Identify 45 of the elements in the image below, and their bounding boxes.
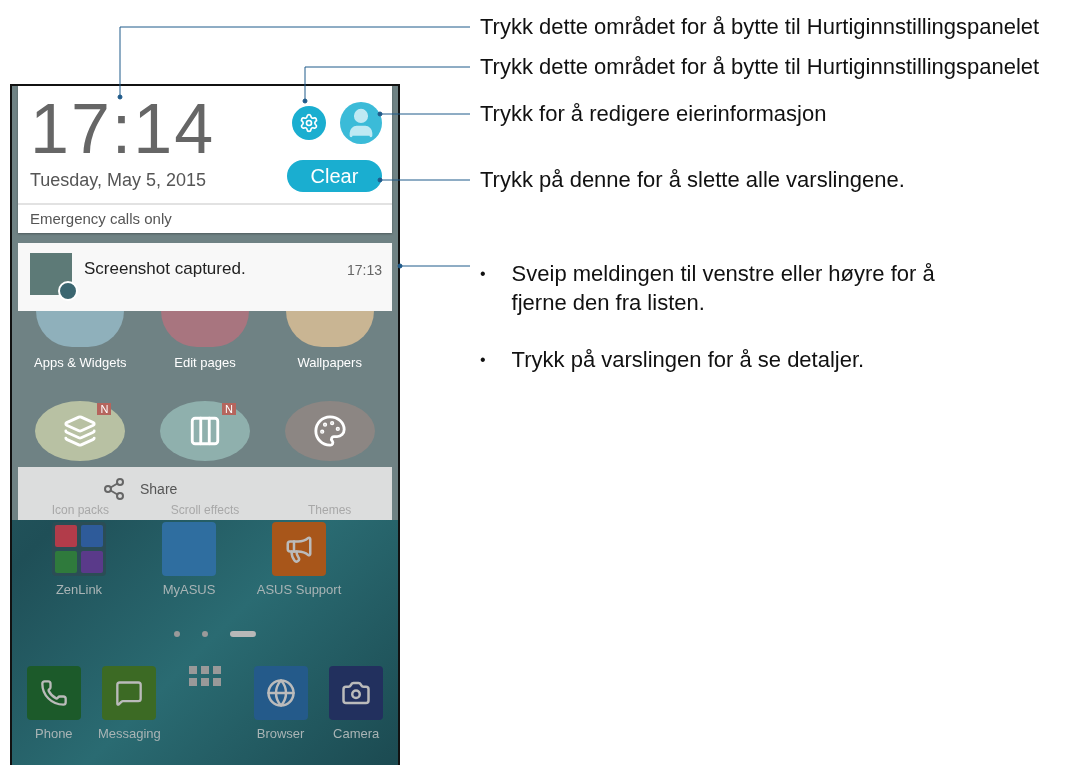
menu-label: Apps & Widgets <box>34 355 127 371</box>
app-label: MyASUS <box>162 582 216 597</box>
app-label: Browser <box>256 726 305 741</box>
palette-icon <box>312 414 347 448</box>
callout-text: Trykk på varslingen for å se detaljer. <box>511 346 866 374</box>
app-label: ZenLink <box>55 582 103 597</box>
megaphone-icon[interactable] <box>272 522 326 576</box>
bullet-icon: • <box>480 259 486 317</box>
folder-icon[interactable] <box>52 522 106 576</box>
menu-label: Edit pages <box>174 355 236 371</box>
notification-time: 17:13 <box>346 261 382 278</box>
menu-circle[interactable]: N <box>35 401 126 461</box>
new-badge: N <box>97 403 112 415</box>
panels-icon <box>188 414 222 448</box>
share-label: Share <box>140 481 178 497</box>
app-label: Phone <box>35 726 73 741</box>
image-badge-icon <box>58 281 78 301</box>
avatar-icon[interactable] <box>340 102 382 144</box>
app-label: ASUS Support <box>256 582 342 597</box>
phone-icon[interactable] <box>26 666 81 720</box>
clock-time: 17:14 <box>30 92 216 166</box>
app-label: Messaging <box>97 726 161 741</box>
cards-icon <box>63 414 98 448</box>
date-text: Tuesday, May 5, 2015 <box>30 170 208 191</box>
app-label: Camera <box>333 726 380 741</box>
callout-text: Sveip meldingen til venstre eller høyre for å fjerne den fra listen. <box>511 260 936 317</box>
notification-card[interactable]: Screenshot captured. 17:13 <box>18 243 392 311</box>
menu-label: Wallpapers <box>297 355 362 371</box>
clear-button[interactable]: Clear <box>287 160 382 192</box>
globe-icon[interactable] <box>253 666 308 720</box>
camera-icon[interactable] <box>329 666 384 720</box>
message-icon[interactable] <box>102 666 157 720</box>
new-badge: N <box>222 403 236 415</box>
screenshot-thumbnail <box>30 253 72 295</box>
share-icon <box>102 477 126 501</box>
settings-icon[interactable] <box>292 106 326 140</box>
app-grid-icon[interactable] <box>189 666 221 686</box>
menu-circle[interactable]: N <box>160 401 250 461</box>
callout-text: Trykk dette området for å bytte til Hurtiginnstillingspanelet <box>480 14 1040 40</box>
status-text: Emergency calls only <box>18 203 392 233</box>
notification-title: Screenshot captured. <box>84 258 247 279</box>
callout-text: Trykk på denne for å slette alle varslingene. <box>480 167 905 193</box>
callout-text: Trykk dette området for å bytte til Hurtiginnstillingspanelet <box>480 54 1040 80</box>
callout-text: Trykk for å redigere eierinformasjon <box>480 101 827 127</box>
bullet-icon: • <box>480 345 486 374</box>
